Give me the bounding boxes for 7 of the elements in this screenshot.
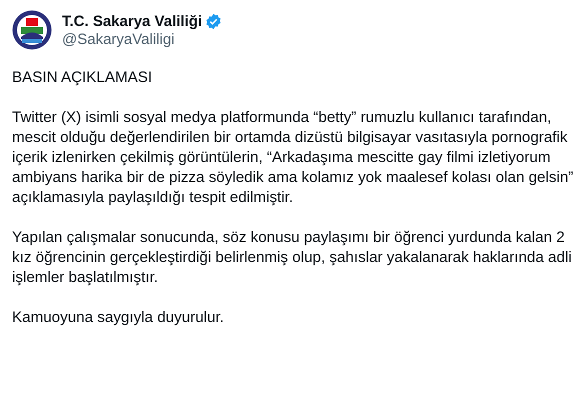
tweet-paragraph: Kamuoyuna saygıyla duyurulur. (12, 308, 225, 328)
emblem-avatar[interactable] (12, 10, 52, 50)
account-handle[interactable]: @SakaryaValiligi (62, 30, 222, 48)
account-name[interactable]: T.C. Sakarya Valiliği (62, 12, 202, 30)
tweet-paragraph: BASIN AÇIKLAMASI (12, 68, 154, 88)
tweet-paragraph: Twitter (X) isimli sosyal medya platformunda “betty” rumuzlu kullanıcı tarafından, mescit olduğu değerlendirilen bir ortamda dizüstü bilgisayar vasıtasıyla pornografik içerik izlenirken çekilmiş görüntülerin, “Arkadaşıma mescitte gay filmi izletiyorum ambiyans harika bir de pizza söyledik ama kolamız yok maalesef kolası olan gelsin” açıklamasıyla paylaşıldığı tespit edilmiştir. (12, 108, 574, 208)
tweet-paragraph: Yapılan çalışmalar sonucunda, söz konusu paylaşımı bir öğrenci yurdunda kalan 2 kız öğrencinin gerçekleştirdiği belirlenmiş olup, şahıslar yakalanarak haklarında adli işlemler başlatılmıştır. (12, 228, 573, 288)
